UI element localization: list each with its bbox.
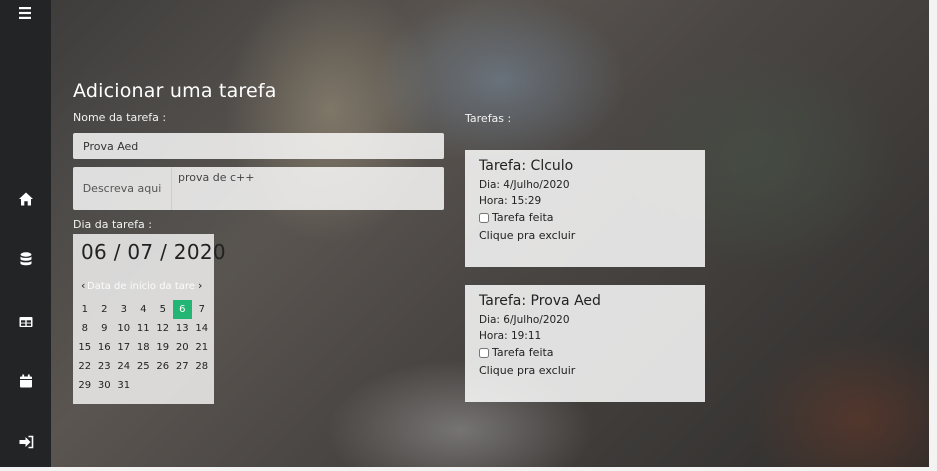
app-frame: Adicionar uma tarefa Nome da tarefa : De… bbox=[0, 0, 929, 467]
calendar-day[interactable]: 7 bbox=[192, 300, 212, 319]
task-done-checkbox[interactable] bbox=[479, 347, 489, 358]
description-addon: Descreva aqui bbox=[73, 167, 172, 210]
calendar-day[interactable]: 10 bbox=[114, 319, 134, 338]
task-time: Hora: 15:29 bbox=[479, 195, 542, 207]
calendar-day[interactable]: 13 bbox=[173, 319, 193, 338]
calendar-day[interactable]: 20 bbox=[173, 338, 193, 357]
date-display[interactable]: 06 / 07 / 2020 bbox=[81, 240, 226, 264]
calendar-day[interactable]: 27 bbox=[173, 357, 193, 376]
database-icon[interactable] bbox=[18, 251, 34, 267]
description-input[interactable]: prova de c++ bbox=[172, 167, 260, 210]
task-done-label: Tarefa feita bbox=[492, 346, 554, 359]
task-done-label: Tarefa feita bbox=[492, 211, 554, 224]
calendar-day[interactable]: 9 bbox=[95, 319, 115, 338]
calendar-day[interactable]: 3 bbox=[114, 300, 134, 319]
calendar-icon[interactable] bbox=[18, 373, 34, 389]
calendar-day[interactable]: 25 bbox=[134, 357, 154, 376]
sign-out-icon[interactable] bbox=[18, 434, 34, 450]
calendar-day[interactable]: 31 bbox=[114, 376, 134, 395]
task-name-input[interactable] bbox=[73, 133, 444, 159]
calendar-day[interactable]: 18 bbox=[134, 338, 154, 357]
calendar-day[interactable]: 4 bbox=[134, 300, 154, 319]
calendar-day[interactable]: 17 bbox=[114, 338, 134, 357]
sidebar bbox=[0, 0, 51, 467]
delete-task-link[interactable]: Clique pra excluir bbox=[479, 364, 691, 377]
prev-month-button[interactable]: ‹ bbox=[81, 279, 85, 292]
table-icon[interactable] bbox=[18, 314, 34, 330]
calendar-day[interactable]: 22 bbox=[75, 357, 95, 376]
calendar-day[interactable]: 2 bbox=[95, 300, 115, 319]
task-done-checkbox[interactable] bbox=[479, 212, 489, 223]
calendar-grid: 1 2 3 4 5 6 7 8 9 10 11 12 13 14 15 16 17 18 19 20 21 22 23 24 2… bbox=[75, 300, 213, 395]
task-time: Hora: 19:11 bbox=[479, 330, 542, 342]
calendar-day[interactable]: 24 bbox=[114, 357, 134, 376]
task-title: Tarefa: Clculo bbox=[479, 158, 574, 174]
next-month-button[interactable]: › bbox=[198, 279, 202, 292]
calendar-day[interactable]: 23 bbox=[95, 357, 115, 376]
calendar-day[interactable]: 21 bbox=[192, 338, 212, 357]
calendar-day[interactable]: 6 bbox=[172, 300, 192, 319]
delete-task-link[interactable]: Clique pra excluir bbox=[479, 229, 691, 242]
task-done-toggle[interactable]: Tarefa feita bbox=[479, 346, 691, 359]
calendar-day[interactable]: 30 bbox=[95, 376, 115, 395]
calendar-day[interactable]: 28 bbox=[192, 357, 212, 376]
calendar-day[interactable]: 16 bbox=[95, 338, 115, 357]
task-name-label: Nome da tarefa : bbox=[73, 111, 167, 124]
calendar-day[interactable]: 11 bbox=[134, 319, 154, 338]
calendar-day[interactable]: 15 bbox=[75, 338, 95, 357]
calendar-day[interactable]: 29 bbox=[75, 376, 95, 395]
task-date: Dia: 4/Julho/2020 bbox=[479, 179, 570, 191]
calendar-day[interactable]: 19 bbox=[153, 338, 173, 357]
task-date: Dia: 6/Julho/2020 bbox=[479, 314, 570, 326]
tasks-label: Tarefas : bbox=[465, 112, 512, 125]
calendar-day[interactable]: 1 bbox=[75, 300, 95, 319]
task-title: Tarefa: Prova Aed bbox=[479, 293, 601, 309]
calendar-day[interactable]: 8 bbox=[75, 319, 95, 338]
date-picker[interactable]: 06 / 07 / 2020 ‹ Data de início da taref… bbox=[73, 234, 226, 404]
calendar-day[interactable]: 12 bbox=[153, 319, 173, 338]
calendar-hint: Data de início da tarefa bbox=[87, 281, 195, 292]
task-done-toggle[interactable]: Tarefa feita bbox=[479, 211, 691, 224]
task-date-label: Dia da tarefa : bbox=[73, 218, 152, 231]
calendar-day[interactable]: 26 bbox=[153, 357, 173, 376]
home-icon[interactable] bbox=[18, 191, 34, 207]
calendar-day[interactable]: 5 bbox=[153, 300, 173, 319]
menu-icon[interactable] bbox=[17, 5, 33, 21]
page-title: Adicionar uma tarefa bbox=[73, 80, 277, 102]
description-field[interactable]: Descreva aqui prova de c++ bbox=[73, 167, 444, 210]
task-card: Tarefa: Prova Aed Dia: 6/Julho/2020 Hora… bbox=[465, 285, 705, 402]
task-card: Tarefa: Clculo Dia: 4/Julho/2020 Hora: 1… bbox=[465, 150, 705, 267]
calendar-day[interactable]: 14 bbox=[192, 319, 212, 338]
